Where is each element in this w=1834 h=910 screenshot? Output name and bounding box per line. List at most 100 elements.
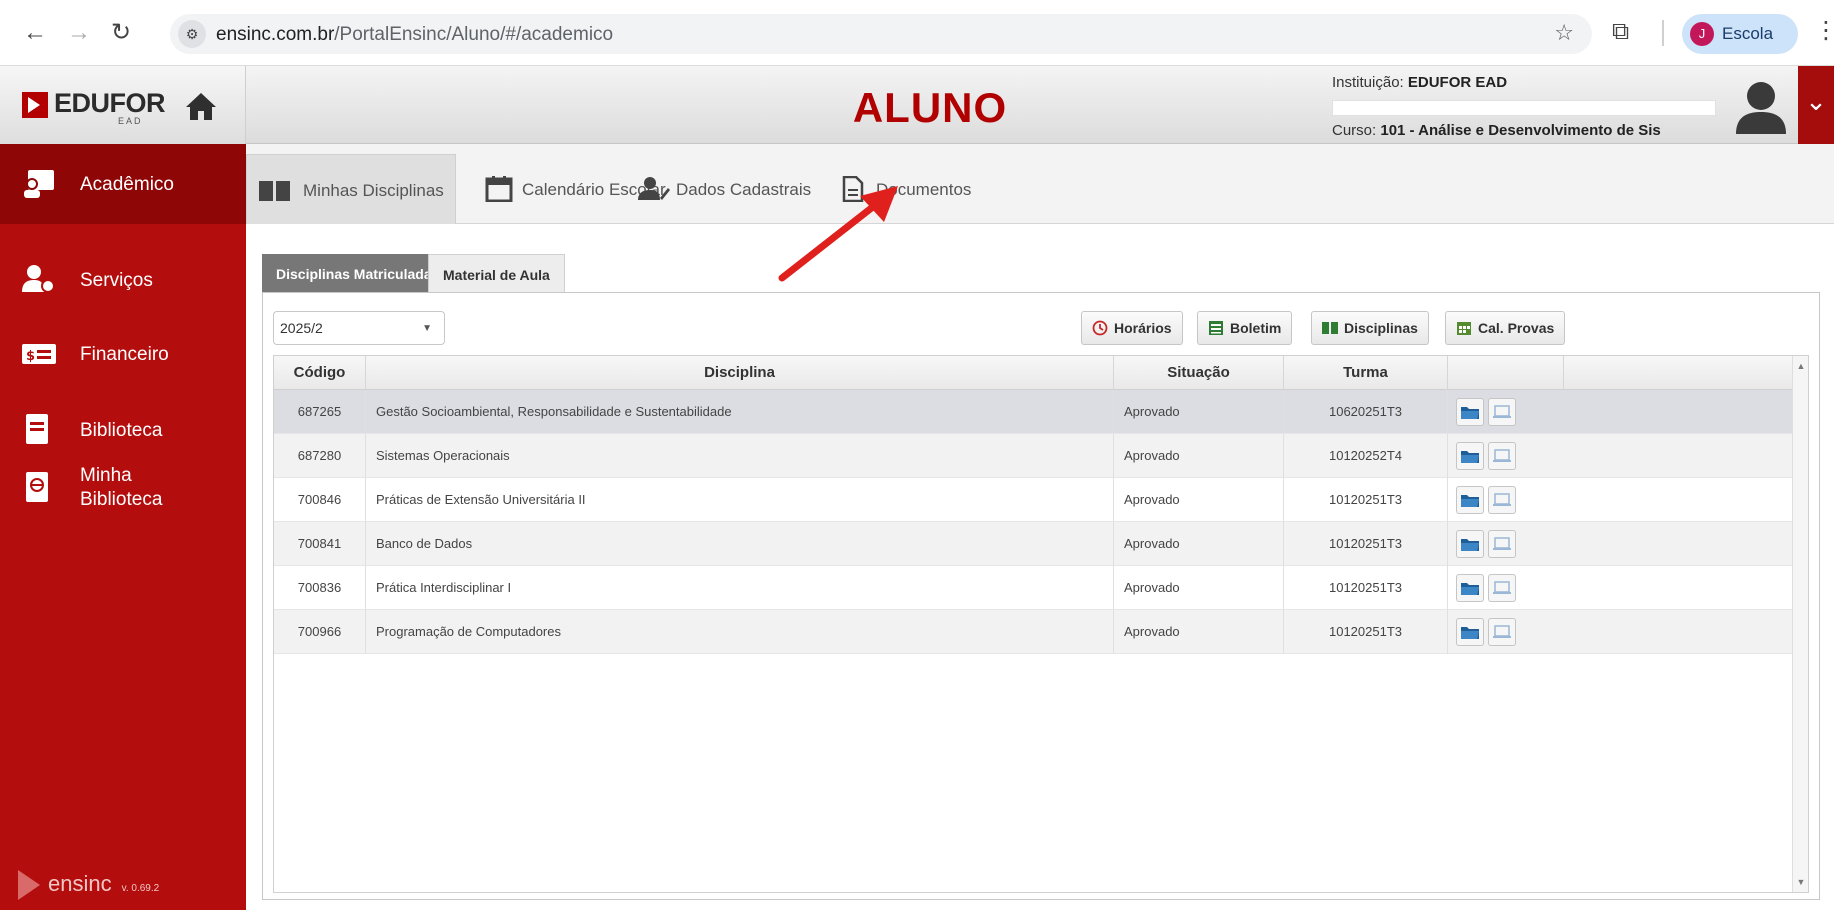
- open-folder-icon[interactable]: [1456, 530, 1484, 558]
- table-scrollbar[interactable]: ▲ ▼: [1792, 356, 1808, 892]
- disciplines-panel: 2025/2 ▼ Horários Boletim Disciplinas Ca…: [262, 292, 1820, 900]
- table-header: Código Disciplina Situação Turma: [274, 356, 1792, 390]
- cell-turma: 10120251T3: [1284, 610, 1448, 654]
- bookmark-star-icon[interactable]: ☆: [1554, 20, 1574, 46]
- cell-codigo: 687265: [274, 390, 366, 434]
- institution-value: EDUFOR EAD: [1407, 74, 1508, 91]
- cell-situacao: Aprovado: [1114, 478, 1284, 522]
- course-value: 101 - Análise e Desenvolvimento de Sis: [1380, 122, 1661, 139]
- cell-actions: [1448, 478, 1564, 522]
- institution-label: Instituição:: [1332, 74, 1404, 91]
- sidebar-item-academico[interactable]: Acadêmico: [0, 144, 246, 224]
- disciplinas-button[interactable]: Disciplinas: [1311, 311, 1429, 345]
- table-row[interactable]: 687265 Gestão Socioambiental, Responsabil…: [274, 390, 1792, 434]
- my-library-icon: [26, 472, 48, 502]
- cell-situacao: Aprovado: [1114, 522, 1284, 566]
- virtual-class-icon[interactable]: [1488, 398, 1516, 426]
- cell-actions: [1448, 566, 1564, 610]
- url-text[interactable]: ensinc.com.br/PortalEnsinc/Aluno/#/acade…: [216, 24, 613, 46]
- tab-disciplinas-matriculadas[interactable]: Disciplinas Matriculadas: [262, 254, 454, 292]
- ensinc-logo-icon: [18, 870, 40, 900]
- button-label: Cal. Provas: [1478, 320, 1555, 336]
- virtual-class-icon[interactable]: [1488, 618, 1516, 646]
- open-folder-icon[interactable]: [1456, 618, 1484, 646]
- term-select[interactable]: 2025/2 ▼: [273, 311, 445, 345]
- sidebar-item-label: Financeiro: [80, 344, 169, 365]
- browser-toolbar: ← → ↻ ⚙ ensinc.com.br/PortalEnsinc/Aluno…: [0, 0, 1834, 66]
- virtual-class-icon[interactable]: [1488, 530, 1516, 558]
- virtual-class-icon[interactable]: [1488, 442, 1516, 470]
- cell-codigo: 700966: [274, 610, 366, 654]
- header-disciplina[interactable]: Disciplina: [366, 356, 1114, 390]
- cell-turma: 10120251T3: [1284, 522, 1448, 566]
- sidebar: Acadêmico Serviços $ Financeiro Bibliote…: [0, 144, 246, 910]
- user-menu-chevron-icon[interactable]: ⌄: [1798, 66, 1834, 144]
- home-icon[interactable]: [184, 90, 218, 122]
- browser-menu-icon[interactable]: ⋮: [1814, 16, 1834, 45]
- cell-turma: 10120251T3: [1284, 566, 1448, 610]
- logo-text: EDUFOR: [54, 88, 166, 118]
- header-codigo[interactable]: Código: [274, 356, 366, 390]
- cell-situacao: Aprovado: [1114, 390, 1284, 434]
- cal-provas-button[interactable]: Cal. Provas: [1445, 311, 1566, 345]
- table-row[interactable]: 700846 Práticas de Extensão Universitária…: [274, 478, 1792, 522]
- cell-turma: 10620251T3: [1284, 390, 1448, 434]
- scroll-down-icon[interactable]: ▼: [1795, 876, 1807, 888]
- virtual-class-icon[interactable]: [1488, 574, 1516, 602]
- reload-icon[interactable]: ↻: [106, 18, 136, 48]
- extensions-icon[interactable]: ⧉: [1612, 18, 1629, 46]
- sidebar-item-servicos[interactable]: Serviços: [0, 240, 246, 320]
- url-host: ensinc.com.br: [216, 24, 335, 45]
- toolbar-divider: [1662, 20, 1664, 46]
- clock-icon: [1092, 320, 1108, 336]
- address-bar[interactable]: ⚙ ensinc.com.br/PortalEnsinc/Aluno/#/aca…: [170, 14, 1592, 54]
- site-settings-icon[interactable]: ⚙: [178, 20, 206, 48]
- open-folder-icon[interactable]: [1456, 398, 1484, 426]
- header-situacao[interactable]: Situação: [1114, 356, 1284, 390]
- sidebar-item-label: Biblioteca: [80, 420, 163, 441]
- library-icon: [26, 414, 48, 444]
- table-row[interactable]: 700966 Programação de Computadores Aprovad…: [274, 610, 1792, 654]
- cell-disciplina: Banco de Dados: [366, 522, 1114, 566]
- tab-material-de-aula[interactable]: Material de Aula: [428, 254, 565, 292]
- tab-minhas-disciplinas[interactable]: Minhas Disciplinas: [246, 154, 456, 224]
- finance-icon: $: [22, 344, 56, 364]
- user-avatar-icon[interactable]: [1728, 74, 1794, 140]
- cell-turma: 10120251T3: [1284, 478, 1448, 522]
- cell-actions: [1448, 390, 1564, 434]
- logo-subtext: EAD: [118, 116, 143, 126]
- boletim-button[interactable]: Boletim: [1197, 311, 1293, 345]
- table-row[interactable]: 687280 Sistemas Operacionais Aprovado 10120…: [274, 434, 1792, 478]
- button-label: Horários: [1114, 320, 1172, 336]
- institution-info: Instituição: EDUFOR EAD Curso: 101 - Aná…: [1332, 74, 1716, 139]
- institution-field: [1332, 100, 1716, 116]
- header-turma[interactable]: Turma: [1284, 356, 1448, 390]
- sidebar-item-label: Minha Biblioteca: [80, 464, 162, 512]
- scroll-up-icon[interactable]: ▲: [1795, 360, 1807, 372]
- edufor-logo-icon: [22, 92, 48, 118]
- cell-actions: [1448, 522, 1564, 566]
- book-icon: [259, 181, 290, 201]
- table-row[interactable]: 700841 Banco de Dados Aprovado 10120251T3: [274, 522, 1792, 566]
- cell-codigo: 700846: [274, 478, 366, 522]
- cell-situacao: Aprovado: [1114, 566, 1284, 610]
- profile-button[interactable]: J Escola: [1682, 14, 1798, 54]
- open-folder-icon[interactable]: [1456, 486, 1484, 514]
- back-icon[interactable]: ←: [20, 18, 50, 48]
- sidebar-item-label: Serviços: [80, 270, 153, 291]
- profile-label: Escola: [1722, 24, 1774, 43]
- calendar-icon: [485, 176, 513, 202]
- grid-report-icon: [1209, 321, 1223, 335]
- virtual-class-icon[interactable]: [1488, 486, 1516, 514]
- forward-icon[interactable]: →: [64, 18, 94, 48]
- open-folder-icon[interactable]: [1456, 442, 1484, 470]
- horarios-button[interactable]: Horários: [1081, 311, 1183, 345]
- sidebar-item-minha-biblioteca[interactable]: Minha Biblioteca: [0, 444, 246, 534]
- disciplines-table: Código Disciplina Situação Turma 687265 G…: [273, 355, 1809, 893]
- cell-disciplina: Programação de Computadores: [366, 610, 1114, 654]
- sidebar-item-financeiro[interactable]: $ Financeiro: [0, 314, 246, 394]
- table-row[interactable]: 700836 Prática Interdisciplinar I Aprovado…: [274, 566, 1792, 610]
- tab-label: Minhas Disciplinas: [303, 181, 444, 200]
- open-folder-icon[interactable]: [1456, 574, 1484, 602]
- logo-area: EDUFOR EAD: [0, 66, 246, 144]
